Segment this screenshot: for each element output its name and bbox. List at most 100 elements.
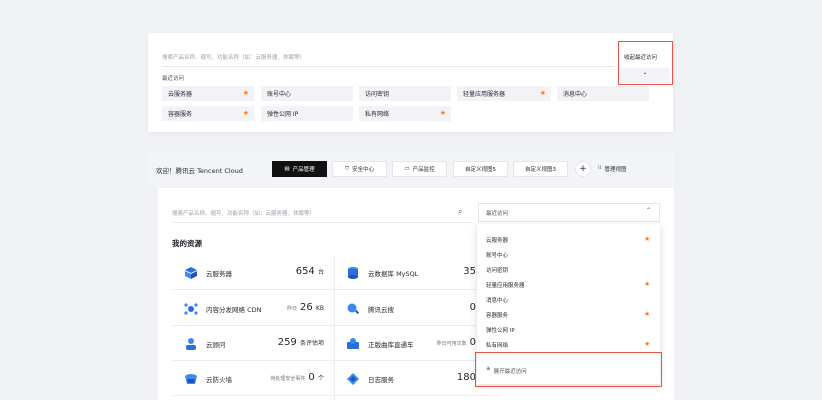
- chip-label: 私有网络: [365, 111, 390, 118]
- search-service-icon: [346, 301, 360, 315]
- value-unit: 条评估项: [299, 340, 324, 347]
- value-caption: 昨日可用次数: [436, 341, 467, 347]
- resource-value[interactable]: 昨日 26 KB: [250, 302, 324, 313]
- dropdown-item[interactable]: 账号中心: [486, 251, 508, 259]
- music-icon: [346, 336, 360, 350]
- recent-chip[interactable]: 账号中心: [261, 86, 353, 101]
- manage-label: 管理视图: [604, 167, 627, 173]
- expand-recent-button[interactable]: ≚ 展开最近访问: [486, 367, 527, 375]
- tab-security-center[interactable]: ⛉ 安全中心: [332, 161, 387, 177]
- value-unit: 个: [317, 375, 324, 382]
- tab-label: 自定义视图3: [525, 167, 556, 173]
- star-icon[interactable]: ★: [644, 340, 650, 348]
- tab-label: 产品监控: [412, 167, 435, 173]
- recent-chip[interactable]: 轻量应用服务器 ★: [457, 86, 551, 101]
- expand-label: 展开最近访问: [493, 369, 527, 375]
- resource-value[interactable]: 待处理安全事件 0 个: [250, 372, 324, 383]
- recent-chip[interactable]: 私有网络 ★: [359, 106, 451, 121]
- tab-label: 产品管理: [292, 167, 315, 173]
- value-caption: 昨日: [287, 306, 298, 312]
- firewall-icon: [184, 371, 198, 385]
- tab-custom-view-5[interactable]: 自定义视图5: [453, 161, 508, 177]
- mysql-icon: [346, 265, 360, 279]
- add-view-button[interactable]: +: [575, 161, 591, 177]
- chevron-up-icon: ⌃: [642, 72, 648, 79]
- star-icon[interactable]: ★: [540, 89, 546, 98]
- resource-name[interactable]: 日志服务: [368, 374, 394, 384]
- value-unit: 台: [317, 269, 324, 276]
- dropdown-item[interactable]: 轻量应用服务器: [486, 281, 525, 289]
- main-search-input[interactable]: 搜索产品名称、缩写、功能名称（如：云服务器、休眠等）: [172, 209, 315, 217]
- star-icon[interactable]: ★: [644, 235, 650, 243]
- value-number: 26: [300, 302, 313, 313]
- dropdown-item[interactable]: 容器服务: [486, 311, 508, 319]
- value-number: 259: [277, 337, 297, 348]
- divider: [172, 222, 472, 223]
- collapse-recent-button[interactable]: 收起最近访问: [624, 53, 657, 61]
- chip-label: 弹性公网 IP: [267, 111, 299, 118]
- resource-value[interactable]: 35: [450, 266, 476, 277]
- resource-name[interactable]: 云数据库 MySQL: [368, 268, 418, 278]
- star-icon[interactable]: ★: [644, 280, 650, 288]
- tab-product-monitor[interactable]: ▭ 产品监控: [392, 161, 447, 177]
- value-caption: 待处理安全事件: [270, 376, 306, 382]
- log-icon: [346, 371, 360, 385]
- dropdown-item[interactable]: 访问密钥: [486, 266, 508, 274]
- grid-icon: ⁞⁞: [598, 165, 602, 171]
- value-number: 654: [295, 266, 315, 277]
- star-icon[interactable]: ★: [243, 89, 249, 98]
- search-icon[interactable]: ⌕: [458, 207, 462, 217]
- recent-chip[interactable]: 容器服务 ★: [162, 106, 254, 121]
- value-unit: KB: [315, 305, 324, 312]
- chip-label: 账号中心: [267, 91, 292, 98]
- recent-select[interactable]: 最近访问 ⌃: [478, 203, 660, 222]
- manage-views-button[interactable]: ⁞⁞ 管理视图: [598, 165, 627, 173]
- recent-chip[interactable]: 云服务器 ★: [162, 86, 254, 101]
- welcome-text: 欢迎！腾讯云 Tencent Cloud: [156, 167, 243, 175]
- resource-name[interactable]: 云服务器: [206, 268, 232, 278]
- chip-label: 访问密钥: [365, 91, 390, 98]
- select-label: 最近访问: [486, 211, 509, 217]
- advisor-icon: [184, 336, 198, 350]
- value-number: 0: [469, 337, 476, 348]
- divider: [162, 66, 614, 67]
- chip-label: 轻量应用服务器: [463, 91, 506, 98]
- resource-name[interactable]: 云防火墙: [206, 374, 232, 384]
- resource-name[interactable]: 正版曲库直通车: [368, 339, 414, 349]
- dropdown-item[interactable]: 弹性公网 IP: [486, 326, 515, 334]
- file-icon: ▤: [284, 166, 290, 172]
- tab-product-management[interactable]: ▤ 产品管理: [272, 161, 327, 177]
- dropdown-item[interactable]: 云服务器: [486, 236, 508, 244]
- chip-label: 容器服务: [168, 111, 193, 118]
- star-icon[interactable]: ★: [440, 109, 446, 118]
- tab-label: 安全中心: [352, 167, 375, 173]
- resource-value[interactable]: 259 条评估项: [250, 337, 324, 348]
- star-icon[interactable]: ★: [644, 310, 650, 318]
- my-resources-title: 我的资源: [172, 239, 202, 248]
- resource-value[interactable]: 654 台: [250, 266, 324, 277]
- tab-custom-view-3[interactable]: 自定义视图3: [513, 161, 568, 177]
- chip-label: 云服务器: [168, 91, 193, 98]
- recent-chip[interactable]: 访问密钥: [359, 86, 451, 101]
- resource-name[interactable]: 云顾问: [206, 339, 226, 349]
- cdn-icon: [184, 301, 198, 315]
- resource-name[interactable]: 腾讯云搜: [368, 304, 394, 314]
- chip-label: 消息中心: [563, 91, 588, 98]
- recent-chip[interactable]: 弹性公网 IP: [261, 106, 353, 121]
- recent-label: 最近访问: [162, 76, 185, 82]
- shield-icon: ⛉: [344, 165, 350, 172]
- dropdown-item[interactable]: 私有网络: [486, 341, 508, 349]
- resource-value[interactable]: 0: [450, 302, 476, 313]
- expand-icon: ≚: [486, 367, 491, 373]
- collapse-arrow-button[interactable]: ⌃: [620, 68, 670, 83]
- value-number: 0: [308, 372, 315, 383]
- plus-icon: +: [579, 164, 587, 174]
- top-search-input[interactable]: 搜索产品名称、缩写、功能名称（如：云服务器、休眠等）: [162, 53, 305, 61]
- resource-value[interactable]: 昨日可用次数 0: [420, 337, 476, 348]
- star-icon[interactable]: ★: [243, 109, 249, 118]
- recent-chip[interactable]: 消息中心: [557, 86, 649, 101]
- tab-label: 自定义视图5: [465, 167, 496, 173]
- divider: [334, 255, 335, 400]
- resource-value[interactable]: 180: [450, 372, 476, 383]
- dropdown-item[interactable]: 消息中心: [486, 296, 508, 304]
